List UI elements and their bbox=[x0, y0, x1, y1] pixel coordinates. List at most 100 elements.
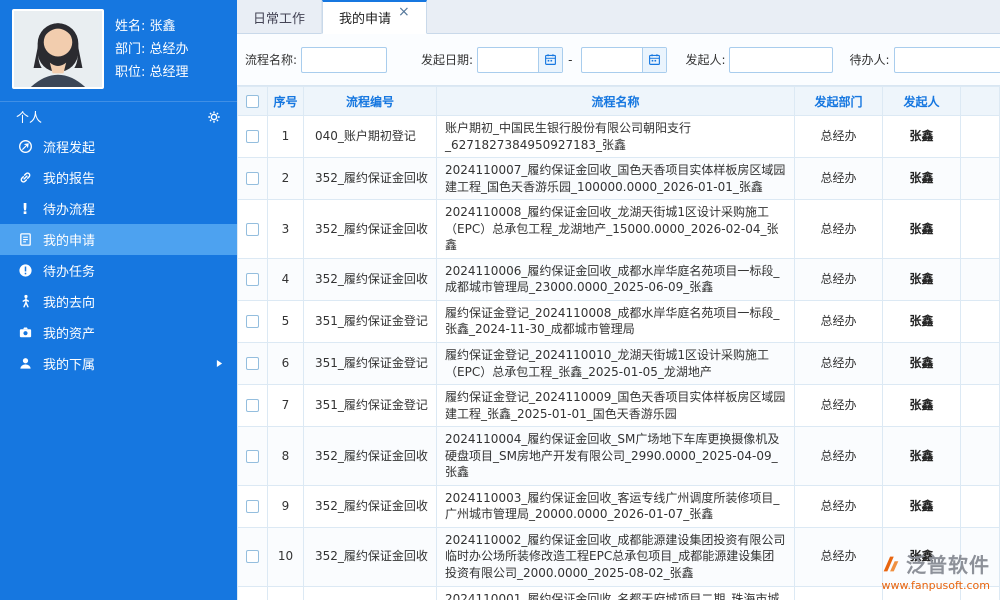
process-table-wrap: 序号 流程编号 流程名称 发起部门 发起人 1 040_账户期初登记 账户期初_… bbox=[237, 86, 1000, 600]
row-index: 9 bbox=[267, 484, 304, 528]
row-index: 8 bbox=[267, 426, 304, 486]
row-checkbox[interactable] bbox=[246, 449, 259, 463]
col-header-no: 序号 bbox=[267, 86, 304, 116]
watermark: 泛普软件 www.fanpusoft.com bbox=[880, 553, 990, 592]
process-name: 2024110008_履约保证金回收_龙湖天街城1区设计采购施工（EPC）总承包… bbox=[436, 199, 795, 259]
table-row[interactable]: 7 351_履约保证金登记 履约保证金登记_2024110009_国色天香项目实… bbox=[237, 384, 1000, 428]
initiating-dept: 总经办 bbox=[794, 257, 883, 301]
exclamation-icon: ! bbox=[21, 199, 29, 218]
process-code: 352_履约保证金回收 bbox=[303, 526, 437, 587]
process-table: 序号 流程编号 流程名称 发起部门 发起人 1 040_账户期初登记 账户期初_… bbox=[237, 86, 1000, 600]
person-icon bbox=[16, 356, 34, 371]
walking-person-icon bbox=[16, 294, 34, 309]
initiating-dept: 总经办 bbox=[794, 114, 883, 159]
row-checkbox[interactable] bbox=[246, 172, 259, 186]
sidebar-item-pending-process[interactable]: ! 待办流程 bbox=[0, 193, 237, 224]
process-code: 351_履约保证金登记 bbox=[303, 342, 437, 386]
profile-department: 部门: 总经办 bbox=[115, 42, 189, 57]
row-checkbox[interactable] bbox=[246, 222, 259, 236]
initiator: 张鑫 bbox=[882, 114, 961, 159]
calendar-icon[interactable] bbox=[642, 47, 667, 72]
initiating-dept: 总经办 bbox=[794, 342, 883, 386]
sidebar-item-my-assets[interactable]: 我的资产 bbox=[0, 317, 237, 348]
initiator-label: 发起人: bbox=[685, 53, 726, 67]
row-checkbox[interactable] bbox=[246, 130, 259, 144]
col-header-code: 流程编号 bbox=[303, 86, 437, 116]
process-name-input[interactable] bbox=[301, 46, 388, 73]
tab-daily-work[interactable]: 日常工作 bbox=[237, 0, 323, 34]
row-checkbox[interactable] bbox=[246, 500, 259, 514]
sidebar-item-my-whereabouts[interactable]: 我的去向 bbox=[0, 286, 237, 317]
brand-logo-icon bbox=[880, 553, 902, 578]
compass-icon bbox=[16, 139, 34, 154]
initiating-dept: 总经办 bbox=[794, 585, 883, 600]
row-index: 5 bbox=[267, 299, 304, 344]
initiating-dept: 总经办 bbox=[794, 426, 883, 486]
process-name: 2024110006_履约保证金回收_成都水岸华庭名苑项目一标段_成都城市管理局… bbox=[436, 257, 795, 301]
initiating-dept: 总经办 bbox=[794, 484, 883, 528]
row-checkbox[interactable] bbox=[246, 399, 259, 413]
process-name: 2024110001_履约保证金回收_名都天府城项目二期_珠海市城市规划设计院_… bbox=[436, 585, 795, 600]
gear-icon[interactable] bbox=[207, 110, 221, 124]
initiator: 张鑫 bbox=[882, 426, 961, 486]
process-code: 040_账户期初登记 bbox=[303, 114, 437, 159]
start-date-label: 发起日期: bbox=[421, 53, 474, 67]
process-name: 账户期初_中国民生银行股份有限公司朝阳支行_627182738495092718… bbox=[436, 114, 795, 159]
tab-my-applications[interactable]: 我的申请 × bbox=[322, 0, 427, 34]
initiator: 张鑫 bbox=[882, 342, 961, 386]
profile-name: 姓名: 张鑫 bbox=[115, 19, 176, 34]
table-header-row: 序号 流程编号 流程名称 发起部门 发起人 bbox=[237, 86, 1000, 116]
row-index: 1 bbox=[267, 114, 304, 159]
table-row[interactable]: 2 352_履约保证金回收 2024110007_履约保证金回收_国色天香项目实… bbox=[237, 157, 1000, 201]
table-row[interactable]: 5 351_履约保证金登记 履约保证金登记_2024110008_成都水岸华庭名… bbox=[237, 299, 1000, 344]
sidebar-section-personal: 个人 bbox=[0, 101, 237, 131]
row-extra bbox=[960, 384, 1000, 428]
date-separator: - bbox=[568, 52, 573, 67]
process-name: 履约保证金登记_2024110008_成都水岸华庭名苑项目一标段_张鑫_2024… bbox=[436, 299, 795, 344]
row-index: 3 bbox=[267, 199, 304, 259]
filter-bar: 流程名称: 发起日期: - 发起人: 待办人: bbox=[237, 34, 1000, 86]
assignee-input[interactable] bbox=[893, 46, 1000, 73]
sidebar-item-my-subordinates[interactable]: 我的下属 bbox=[0, 348, 237, 379]
initiator-input[interactable] bbox=[729, 46, 834, 73]
col-header-dept: 发起部门 bbox=[794, 86, 883, 116]
table-row[interactable]: 9 352_履约保证金回收 2024110003_履约保证金回收_客运专线广州调… bbox=[237, 484, 1000, 528]
row-extra bbox=[960, 114, 1000, 159]
row-index: 2 bbox=[267, 157, 304, 201]
row-extra bbox=[960, 299, 1000, 344]
sidebar-item-pending-tasks[interactable]: 待办任务 bbox=[0, 255, 237, 286]
table-row[interactable]: 4 352_履约保证金回收 2024110006_履约保证金回收_成都水岸华庭名… bbox=[237, 257, 1000, 301]
calendar-icon[interactable] bbox=[538, 47, 563, 72]
row-extra bbox=[960, 342, 1000, 386]
process-name: 2024110004_履约保证金回收_SM广场地下车库更换摄像机及硬盘项目_SM… bbox=[436, 426, 795, 486]
tab-bar: 日常工作 我的申请 × bbox=[237, 0, 1000, 34]
brand-url: www.fanpusoft.com bbox=[881, 578, 990, 592]
row-checkbox[interactable] bbox=[246, 315, 259, 329]
row-checkbox[interactable] bbox=[246, 550, 259, 564]
process-code: 351_履约保证金登记 bbox=[303, 299, 437, 344]
row-checkbox[interactable] bbox=[246, 273, 259, 287]
document-icon bbox=[16, 232, 34, 247]
row-checkbox[interactable] bbox=[246, 357, 259, 371]
initiator: 张鑫 bbox=[882, 484, 961, 528]
table-row[interactable]: 8 352_履约保证金回收 2024110004_履约保证金回收_SM广场地下车… bbox=[237, 426, 1000, 486]
sidebar-item-process-start[interactable]: 流程发起 bbox=[0, 131, 237, 162]
process-name: 2024110002_履约保证金回收_成都能源建设集团投资有限公司临时办公场所装… bbox=[436, 526, 795, 587]
select-all-checkbox[interactable] bbox=[246, 95, 259, 108]
table-row[interactable]: 6 351_履约保证金登记 履约保证金登记_2024110010_龙湖天街城1区… bbox=[237, 342, 1000, 386]
close-icon[interactable]: × bbox=[398, 5, 410, 19]
info-icon bbox=[16, 263, 34, 278]
row-extra bbox=[960, 199, 1000, 259]
user-profile: 姓名: 张鑫 部门: 总经办 职位: 总经理 bbox=[0, 0, 237, 101]
app-window: 姓名: 张鑫 部门: 总经办 职位: 总经理 个人 流程发起 我的报告 ! 待办… bbox=[0, 0, 1000, 600]
link-icon bbox=[16, 170, 34, 185]
row-index: 4 bbox=[267, 257, 304, 301]
process-code: 352_履约保证金回收 bbox=[303, 257, 437, 301]
table-row[interactable]: 1 040_账户期初登记 账户期初_中国民生银行股份有限公司朝阳支行_62718… bbox=[237, 114, 1000, 159]
initiator: 张鑫 bbox=[882, 384, 961, 428]
date-from-input[interactable] bbox=[478, 47, 539, 72]
sidebar-item-my-applications[interactable]: 我的申请 bbox=[0, 224, 237, 255]
table-row[interactable]: 3 352_履约保证金回收 2024110008_履约保证金回收_龙湖天街城1区… bbox=[237, 199, 1000, 259]
date-to-input[interactable] bbox=[582, 47, 643, 72]
sidebar-item-my-reports[interactable]: 我的报告 bbox=[0, 162, 237, 193]
